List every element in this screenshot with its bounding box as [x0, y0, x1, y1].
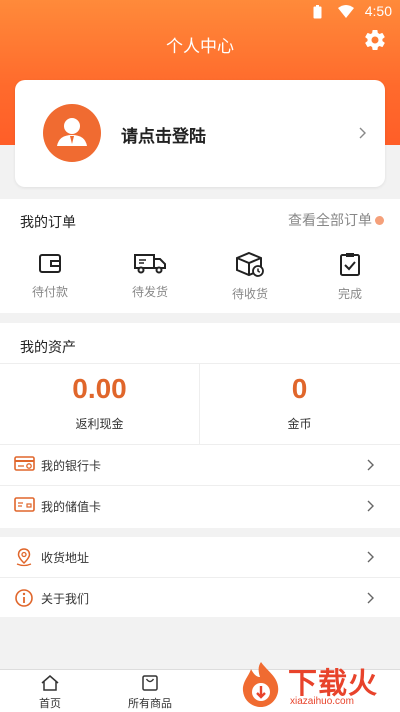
order-status-pending-payment[interactable]: 待付款 — [0, 251, 100, 300]
bank-card-icon — [14, 456, 35, 471]
shopping-bag-icon — [142, 675, 158, 691]
home-icon — [41, 675, 59, 691]
order-status-pending-receipt[interactable]: 待收货 — [200, 251, 300, 302]
watermark: 下载火 xiazaihuo.com — [234, 658, 400, 712]
cashback-label: 返利现金 — [75, 417, 124, 431]
cashback-asset[interactable]: 0.00 返利现金 — [0, 373, 199, 432]
orders-title: 我的订单 — [20, 215, 76, 231]
page-title: 个人中心 — [166, 37, 234, 57]
watermark-url: xiazaihuo.com — [290, 696, 354, 707]
view-all-orders-link[interactable]: 查看全部订单 — [288, 210, 384, 230]
order-status-label: 待收货 — [231, 287, 268, 301]
divider — [0, 363, 400, 364]
chevron-right-icon — [359, 127, 366, 139]
menu-item-shipping-address[interactable]: 收货地址 — [0, 537, 400, 577]
chevron-right-icon — [367, 551, 374, 563]
tab-all-products[interactable]: 所有商品 — [100, 674, 200, 711]
menu-item-stored-value-card[interactable]: 我的储值卡 — [0, 485, 400, 525]
order-status-label: 完成 — [337, 287, 362, 301]
tab-label: 首页 — [39, 697, 61, 710]
login-prompt[interactable]: 请点击登陆 — [121, 122, 206, 147]
tab-home[interactable]: 首页 — [0, 674, 100, 711]
menu-item-bank-card[interactable]: 我的银行卡 — [0, 444, 400, 484]
orders-section: 我的订单 查看全部订单 待付款 待发货 待收货 完成 — [0, 199, 400, 313]
package-icon — [236, 251, 264, 277]
coins-label: 金币 — [287, 417, 312, 431]
coins-asset[interactable]: 0 金币 — [200, 373, 399, 432]
order-status-label: 待付款 — [31, 285, 68, 299]
battery-icon — [313, 5, 322, 19]
view-all-dot-icon — [375, 215, 384, 225]
order-status-completed[interactable]: 完成 — [300, 251, 400, 302]
chevron-right-icon — [367, 592, 374, 604]
stored-value-card-icon — [14, 497, 35, 512]
menu-item-label: 我的储值卡 — [41, 500, 102, 514]
flame-logo-icon — [242, 662, 279, 707]
status-bar: 4:50 — [0, 0, 400, 24]
view-all-orders-label: 查看全部订单 — [288, 213, 372, 229]
order-status-pending-shipment[interactable]: 待发货 — [100, 251, 200, 300]
order-status-label: 待发货 — [131, 285, 168, 299]
coins-value: 0 — [291, 373, 308, 404]
location-pin-icon — [16, 548, 32, 567]
user-avatar-icon — [43, 104, 101, 162]
gear-icon[interactable] — [363, 28, 387, 52]
login-card[interactable]: 请点击登陆 — [15, 80, 385, 187]
chevron-right-icon — [367, 500, 374, 512]
menu-item-about-us[interactable]: 关于我们 — [0, 577, 400, 617]
chevron-right-icon — [367, 459, 374, 471]
status-time: 4:50 — [364, 3, 392, 19]
assets-title: 我的资产 — [20, 340, 76, 356]
wifi-icon — [338, 5, 354, 18]
menu-item-label: 关于我们 — [41, 592, 90, 606]
info-icon — [15, 589, 33, 607]
wallet-icon — [39, 254, 61, 273]
tab-label: 所有商品 — [128, 697, 172, 710]
menu-item-label: 收货地址 — [41, 551, 90, 565]
clipboard-check-icon — [340, 253, 360, 276]
assets-section: 我的资产 0.00 返利现金 0 金币 我的银行卡 我的储值卡 — [0, 323, 400, 528]
menu-item-label: 我的银行卡 — [41, 459, 102, 473]
truck-icon — [134, 254, 166, 274]
cashback-value: 0.00 — [72, 373, 127, 404]
